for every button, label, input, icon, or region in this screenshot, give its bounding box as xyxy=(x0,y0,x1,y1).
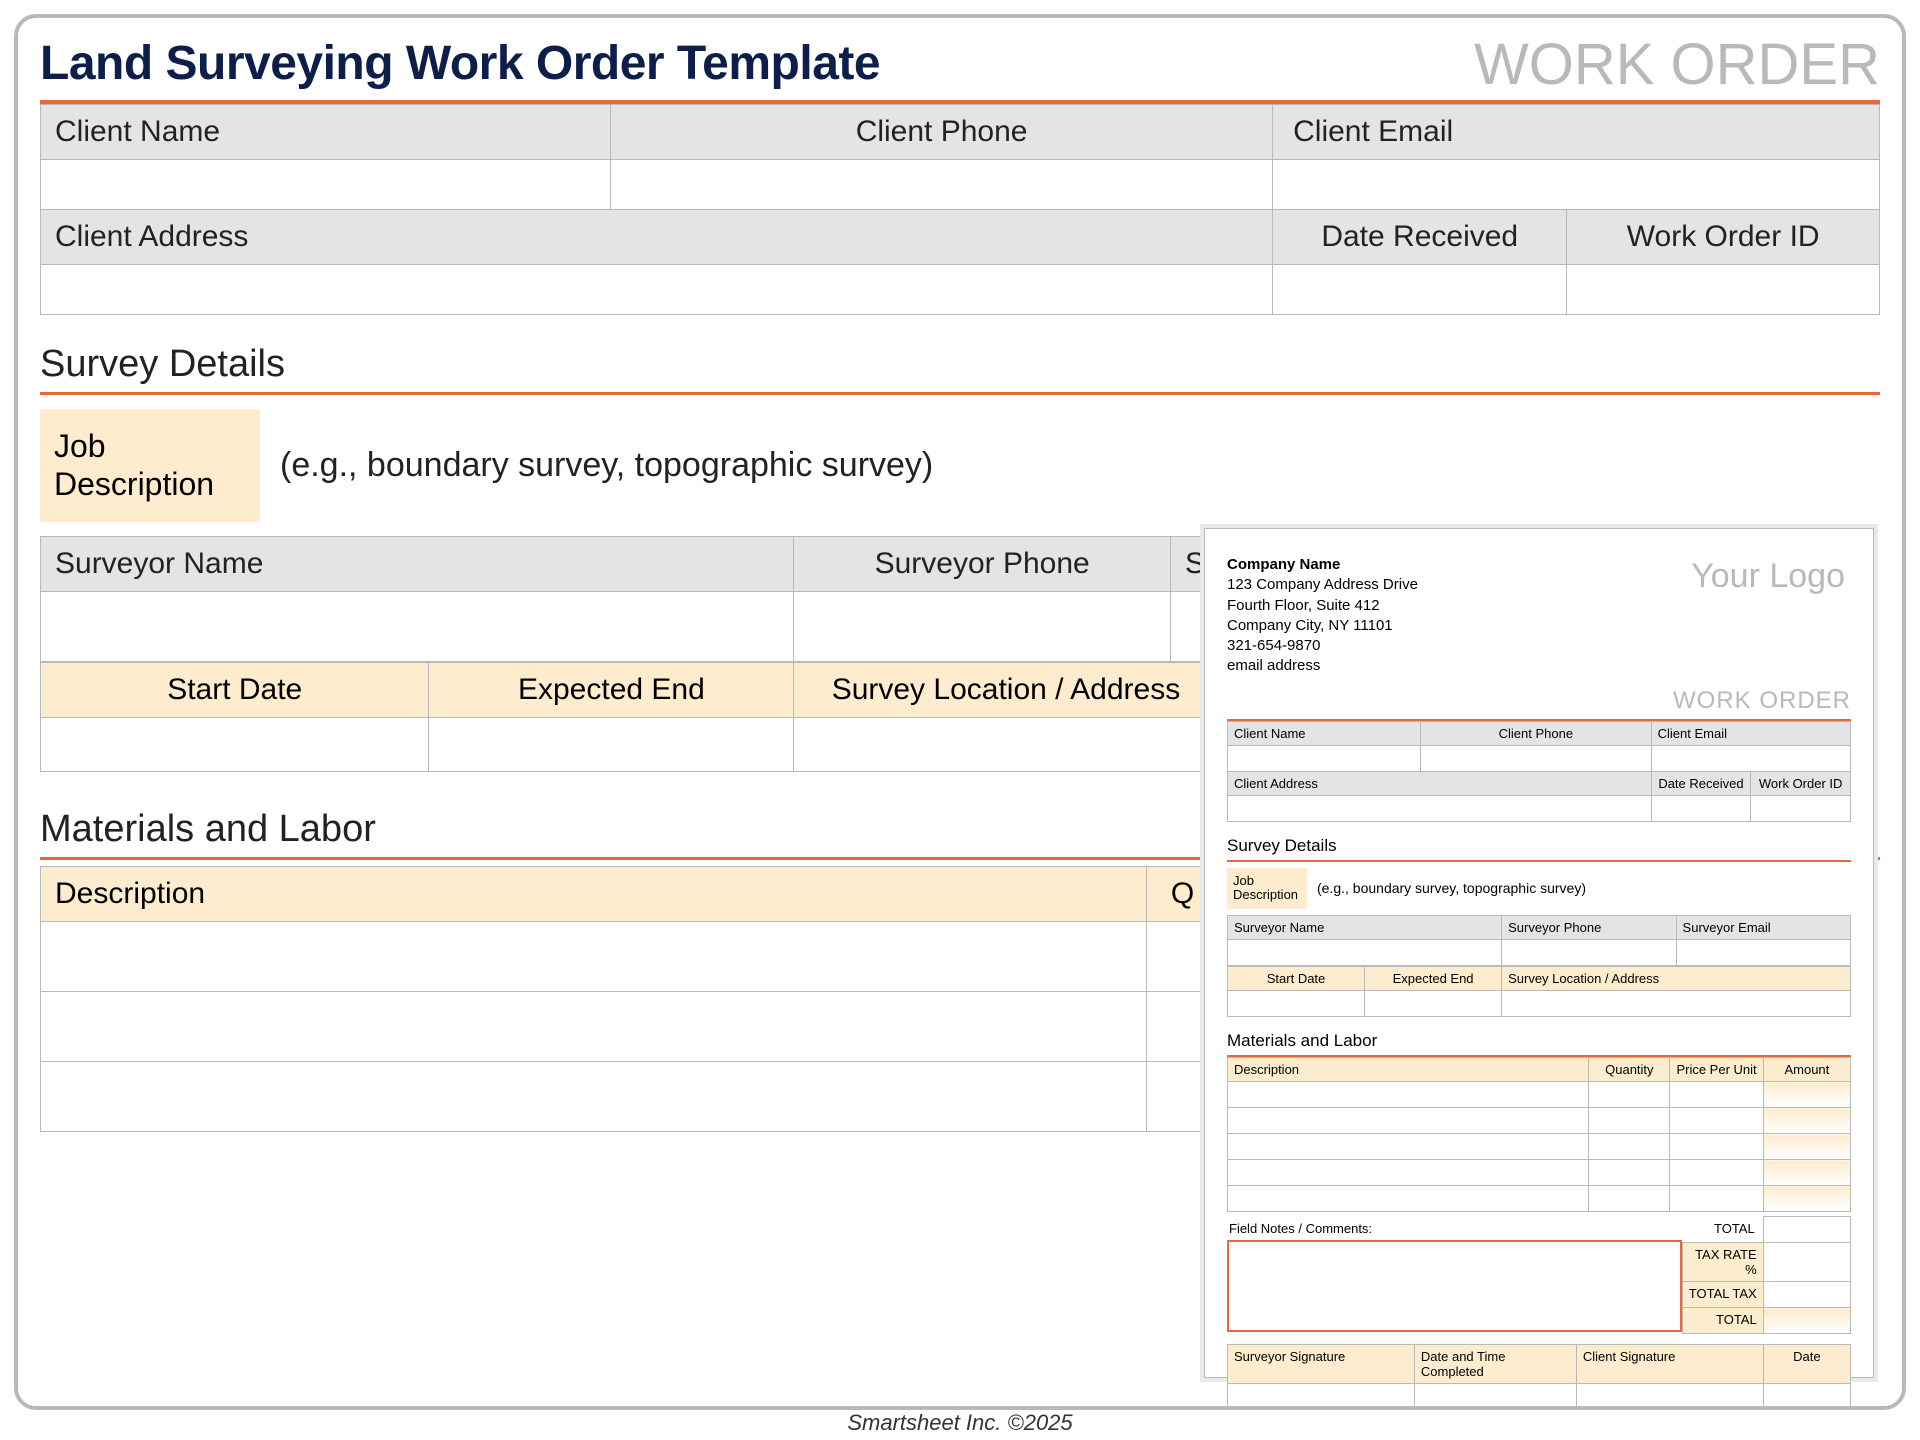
thumbnail-preview: Company Name 123 Company Address Drive F… xyxy=(1204,528,1874,1378)
thumb-client-phone-label: Client Phone xyxy=(1421,721,1652,745)
thumb-surveyor-table: Surveyor Name Surveyor Phone Surveyor Em… xyxy=(1227,915,1851,966)
work-order-mark: WORK ORDER xyxy=(1474,36,1880,94)
logo-placeholder: Your Logo xyxy=(1691,557,1845,596)
thumb-client-address-label: Client Address xyxy=(1228,771,1652,795)
survey-location-label: Survey Location / Address xyxy=(794,662,1218,717)
thumb-surveyor-sig-label: Surveyor Signature xyxy=(1228,1345,1415,1384)
job-description-hint: (e.g., boundary survey, topographic surv… xyxy=(260,395,1880,536)
expected-end-label: Expected End xyxy=(429,662,794,717)
thumb-signature-table: Surveyor Signature Date and Time Complet… xyxy=(1227,1344,1851,1410)
thumb-tax-rate-label: TAX RATE % xyxy=(1682,1243,1763,1282)
thumb-materials-title: Materials and Labor xyxy=(1227,1031,1851,1051)
thumb-surveyor-phone-label: Surveyor Phone xyxy=(1502,916,1676,940)
thumb-location-label: Survey Location / Address xyxy=(1502,967,1851,991)
thumb-surveyor-email-label: Surveyor Email xyxy=(1676,916,1850,940)
thumb-job-hint: (e.g., boundary survey, topographic surv… xyxy=(1307,868,1851,910)
thumb-job-label: Job Description xyxy=(1227,868,1307,910)
surveyor-phone-label: Surveyor Phone xyxy=(794,536,1171,591)
client-address-field[interactable] xyxy=(41,265,1273,315)
start-date-label: Start Date xyxy=(41,662,429,717)
surveyor-table: Surveyor Name Surveyor Phone S xyxy=(40,536,1218,662)
client-email-label: Client Email xyxy=(1273,105,1880,160)
thumb-qty-label: Quantity xyxy=(1589,1058,1670,1082)
company-addr3: Company City, NY 11101 xyxy=(1227,616,1851,636)
client-email-field[interactable] xyxy=(1273,160,1880,210)
thumb-expected-end-label: Expected End xyxy=(1365,967,1502,991)
thumb-start-date-label: Start Date xyxy=(1228,967,1365,991)
thumb-notes-label: Field Notes / Comments: xyxy=(1227,1217,1682,1240)
thumb-client-sig-label: Client Signature xyxy=(1576,1345,1763,1384)
thumb-total-tax-label: TOTAL TAX xyxy=(1682,1282,1763,1308)
materials-row-2-desc[interactable] xyxy=(41,991,1147,1061)
client-phone-field[interactable] xyxy=(611,160,1273,210)
client-name-field[interactable] xyxy=(41,160,611,210)
materials-row-3-desc[interactable] xyxy=(41,1061,1147,1131)
thumb-client-name-label: Client Name xyxy=(1228,721,1421,745)
job-description-row: Job Description (e.g., boundary survey, … xyxy=(40,395,1880,536)
work-order-id-field[interactable] xyxy=(1567,265,1880,315)
thumb-price-label: Price Per Unit xyxy=(1670,1058,1763,1082)
thumb-survey-title: Survey Details xyxy=(1227,836,1851,856)
client-info-table: Client Name Client Phone Client Email Cl… xyxy=(40,104,1880,315)
company-phone: 321-654-9870 xyxy=(1227,636,1851,656)
thumb-desc-label: Description xyxy=(1228,1058,1589,1082)
thumb-date-received-label: Date Received xyxy=(1651,771,1751,795)
date-received-label: Date Received xyxy=(1273,210,1567,265)
materials-row-1-desc[interactable] xyxy=(41,921,1147,991)
expected-end-field[interactable] xyxy=(429,717,794,771)
start-date-field[interactable] xyxy=(41,717,429,771)
thumb-materials-table: Description Quantity Price Per Unit Amou… xyxy=(1227,1057,1851,1212)
client-phone-label: Client Phone xyxy=(611,105,1273,160)
footer-text: Smartsheet Inc. ©2025 xyxy=(0,1410,1920,1436)
thumb-client-email-label: Client Email xyxy=(1651,721,1850,745)
thumb-date-label: Date xyxy=(1763,1345,1850,1384)
survey-details-title: Survey Details xyxy=(40,343,1880,386)
thumb-notes-box[interactable] xyxy=(1227,1240,1682,1332)
company-addr2: Fourth Floor, Suite 412 xyxy=(1227,596,1851,616)
client-address-label: Client Address xyxy=(41,210,1273,265)
thumb-dates-table: Start Date Expected End Survey Location … xyxy=(1227,966,1851,1017)
thumb-total-label: TOTAL xyxy=(1682,1217,1763,1243)
thumb-client-table: Client Name Client Phone Client Email Cl… xyxy=(1227,721,1851,822)
dates-table: Start Date Expected End Survey Location … xyxy=(40,662,1218,772)
surveyor-name-field[interactable] xyxy=(41,591,794,661)
thumb-surveyor-name-label: Surveyor Name xyxy=(1228,916,1502,940)
company-email: email address xyxy=(1227,656,1851,676)
client-name-label: Client Name xyxy=(41,105,611,160)
thumb-totals-table: Field Notes / Comments: TOTAL TAX RATE %… xyxy=(1227,1216,1851,1334)
materials-table: Description Q xyxy=(40,866,1218,1132)
thumb-grand-total-label: TOTAL xyxy=(1682,1308,1763,1334)
document-title: Land Surveying Work Order Template xyxy=(40,36,880,91)
surveyor-name-label: Surveyor Name xyxy=(41,536,794,591)
header-row: Land Surveying Work Order Template WORK … xyxy=(40,36,1880,94)
job-description-label: Job Description xyxy=(40,409,260,522)
thumb-rule-2 xyxy=(1227,860,1851,862)
template-frame: Land Surveying Work Order Template WORK … xyxy=(14,14,1906,1410)
thumb-job-row: Job Description (e.g., boundary survey, … xyxy=(1227,868,1851,910)
surveyor-phone-field[interactable] xyxy=(794,591,1171,661)
thumb-work-order-id-label: Work Order ID xyxy=(1751,771,1851,795)
thumb-work-order-mark: WORK ORDER xyxy=(1227,687,1851,715)
thumb-datetime-label: Date and Time Completed xyxy=(1414,1345,1576,1384)
survey-location-field[interactable] xyxy=(794,717,1218,771)
thumb-amount-label: Amount xyxy=(1763,1058,1850,1082)
date-received-field[interactable] xyxy=(1273,265,1567,315)
materials-description-label: Description xyxy=(41,866,1147,921)
work-order-id-label: Work Order ID xyxy=(1567,210,1880,265)
